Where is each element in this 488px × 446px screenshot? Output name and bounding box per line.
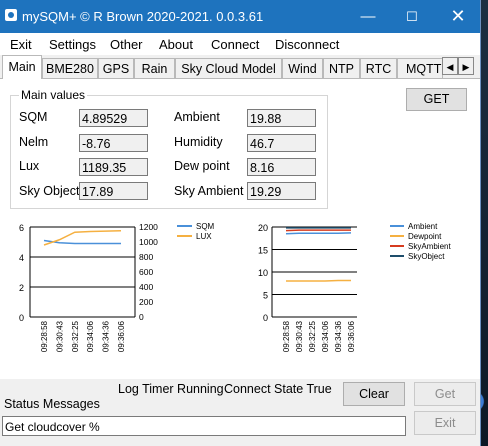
chart1-legend-label: LUX (196, 232, 212, 241)
exit-button[interactable]: Exit (414, 411, 476, 435)
sky-ambient-field[interactable]: 19.29 (247, 182, 316, 200)
chart2-ytick: 5 (263, 291, 268, 301)
humidity-field[interactable]: 46.7 (247, 134, 316, 152)
chart2-xtick: 09:32:25 (308, 320, 317, 352)
menu-bar: Exit Settings Other About Connect Discon… (0, 33, 480, 55)
nelm-field[interactable]: -8.76 (79, 134, 148, 152)
tab-gps[interactable]: GPS (98, 58, 134, 78)
sqm-lux-chart: 0 2 4 6 0 200 400 600 800 1000 1200 09:28:58 09:30:4… (19, 222, 215, 352)
maximize-icon[interactable]: ☐ (390, 0, 434, 33)
sky-object-field[interactable]: 17.89 (79, 182, 148, 200)
status-message-box[interactable]: Get cloudcover % (2, 416, 406, 436)
lux-field[interactable]: 1189.35 (79, 158, 148, 176)
chart1-legend-label: SQM (196, 222, 215, 231)
ambient-label: Ambient (174, 110, 220, 124)
window-title: mySQM+ © R Brown 2020-2021. 0.0.3.61 (22, 9, 264, 24)
chart1-xtick: 09:32:25 (71, 320, 80, 352)
chart1-ytick-left: 0 (19, 313, 24, 323)
chart2-xtick: 09:34:06 (321, 320, 330, 352)
sky-object-label: Sky Object (19, 184, 80, 198)
chart2-ytick: 0 (263, 313, 268, 323)
chart1-xtick: 09:30:43 (55, 320, 64, 352)
ambient-field[interactable]: 19.88 (247, 109, 316, 127)
tab-bme280[interactable]: BME280 (42, 58, 98, 78)
minimize-icon[interactable]: — (346, 0, 390, 33)
menu-settings[interactable]: Settings (49, 37, 96, 52)
chart1-xtick: 09:28:58 (40, 320, 49, 352)
app-icon (5, 9, 17, 21)
tab-ntp[interactable]: NTP (323, 58, 360, 78)
chart1-xtick: 09:36:06 (117, 320, 126, 352)
tab-rain[interactable]: Rain (134, 58, 175, 78)
sky-ambient-label: Sky Ambient (174, 184, 244, 198)
chart2-ytick: 20 (258, 223, 268, 233)
title-bar: mySQM+ © R Brown 2020-2021. 0.0.3.61 — ☐… (0, 0, 480, 33)
humidity-label: Humidity (174, 135, 223, 149)
chart2-ytick: 15 (258, 246, 268, 256)
connect-state-status: Connect State True (224, 382, 332, 396)
chart1-ytick-left: 6 (19, 223, 24, 233)
main-values-label: Main values (19, 88, 88, 102)
menu-disconnect[interactable]: Disconnect (275, 37, 339, 52)
chart2-legend-label: SkyAmbient (408, 242, 451, 251)
chart2-legend-label: SkyObject (408, 252, 445, 261)
status-messages-label: Status Messages (4, 397, 100, 411)
get-button[interactable]: Get (414, 382, 476, 406)
chart1-xtick: 09:34:06 (86, 320, 95, 352)
log-timer-status: Log Timer Running (118, 382, 224, 396)
tab-main[interactable]: Main (2, 55, 42, 79)
app-window: mySQM+ © R Brown 2020-2021. 0.0.3.61 — ☐… (0, 0, 481, 446)
chart1-ytick-right: 600 (139, 267, 153, 277)
tab-wind[interactable]: Wind (282, 58, 323, 78)
main-tab-panel: Main values SQM 4.89529 Nelm -8.76 Lux 1… (0, 78, 480, 379)
chart1-ytick-right: 0 (139, 312, 144, 322)
chart2-xtick: 09:36:06 (347, 320, 356, 352)
chart1-ytick-right: 800 (139, 252, 153, 262)
tab-mqtt[interactable]: MQTT (397, 58, 443, 78)
dewpoint-label: Dew point (174, 159, 230, 173)
clear-button[interactable]: Clear (343, 382, 405, 406)
chart2-xtick: 09:30:43 (295, 320, 304, 352)
menu-connect[interactable]: Connect (211, 37, 259, 52)
chart1-ytick-right: 400 (139, 282, 153, 292)
tab-strip: Main BME280 GPS Rain Sky Cloud Model Win… (0, 55, 480, 79)
menu-other[interactable]: Other (110, 37, 143, 52)
dewpoint-field[interactable]: 8.16 (247, 158, 316, 176)
tab-scroll-right-icon[interactable]: ▶ (458, 57, 474, 75)
chart2-xtick: 09:28:58 (282, 320, 291, 352)
chart1-ytick-right: 1200 (139, 222, 158, 232)
chart2-series-ambient (285, 232, 352, 235)
sqm-label: SQM (19, 110, 48, 124)
chart2-legend-label: Ambient (408, 222, 438, 231)
menu-about[interactable]: About (159, 37, 193, 52)
close-icon[interactable]: ✕ (436, 0, 480, 33)
nelm-label: Nelm (19, 135, 49, 149)
sqm-field[interactable]: 4.89529 (79, 109, 148, 127)
chart1-ytick-left: 2 (19, 283, 24, 293)
tab-rtc[interactable]: RTC (360, 58, 397, 78)
tab-sky-cloud-model[interactable]: Sky Cloud Model (175, 58, 282, 78)
chart2-ytick: 10 (258, 268, 268, 278)
chart1-xtick: 09:34:36 (102, 320, 111, 352)
get-main-button[interactable]: GET (406, 88, 467, 111)
tab-scroll-left-icon[interactable]: ◀ (442, 57, 458, 75)
menu-exit[interactable]: Exit (10, 37, 32, 52)
chart1-ytick-right: 1000 (139, 237, 158, 247)
chart2-legend-label: Dewpoint (408, 232, 442, 241)
chart1-ytick-left: 4 (19, 253, 24, 263)
chart1-ytick-right: 200 (139, 297, 153, 307)
chart2-xtick: 09:34:36 (334, 320, 343, 352)
lux-label: Lux (19, 159, 40, 173)
temperature-chart: 0 5 10 15 20 09:28:58 09:30:43 09:32:25 09:34:06… (258, 222, 451, 352)
